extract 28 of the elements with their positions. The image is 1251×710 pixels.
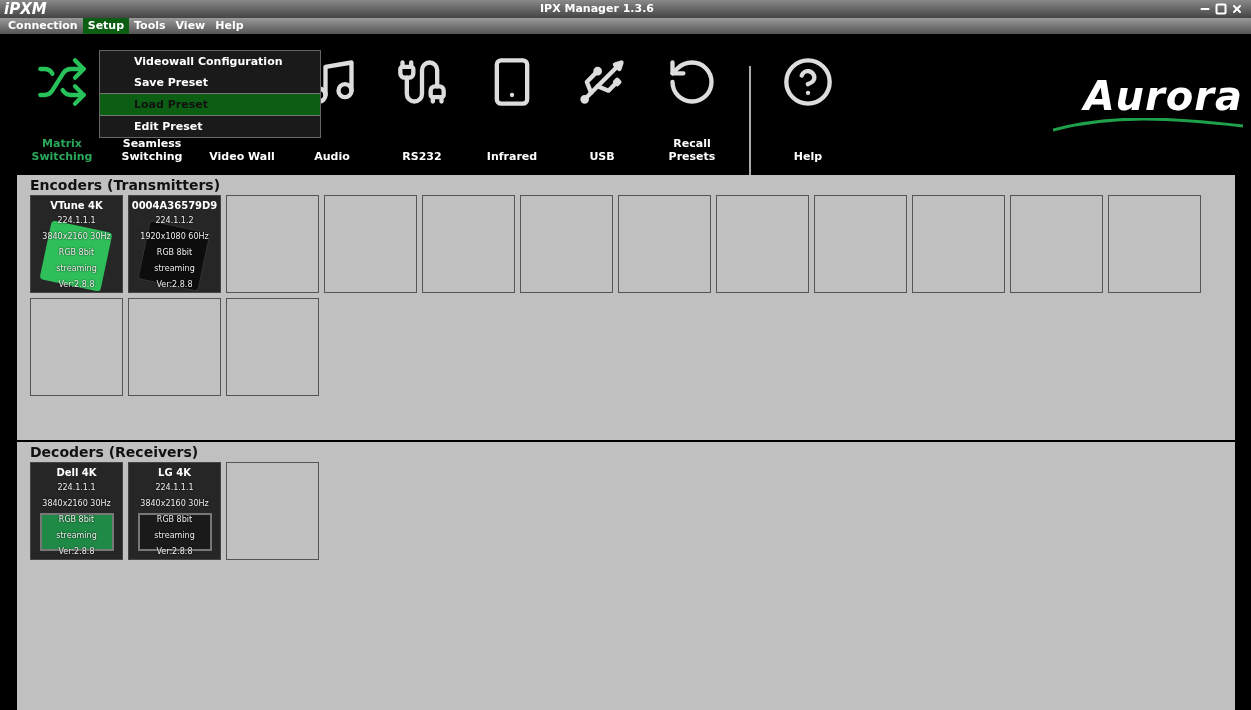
device-info: 3840x2160 30Hz [140,498,209,510]
app-logo: iPXM [4,0,47,18]
device-info: Ver:2.8.8 [156,279,193,291]
device-info: streaming [154,263,195,275]
device-info: Ver:2.8.8 [58,279,95,291]
device-info: 224.1.1.1 [57,482,96,494]
device-info: 3840x2160 30Hz [42,498,111,510]
device-info: RGB 8bit [58,514,95,526]
window-title: IPX Manager 1.3.6 [540,0,654,17]
device-info: RGB 8bit [156,247,193,259]
panel-title: Encoders (Transmitters) [30,177,222,194]
device-info: streaming [56,530,97,542]
device-info: streaming [56,263,97,275]
device-name: LG 4K [158,466,191,480]
brand-logo: Aurora [1083,74,1243,118]
device-info: Ver:2.8.8 [156,546,193,558]
device-name: 0004A36579D9 [131,199,218,213]
device-info: 224.1.1.2 [155,215,194,227]
device-info: RGB 8bit [58,247,95,259]
device-name: VTune 4K [50,199,103,213]
device-info: RGB 8bit [156,514,193,526]
device-info: 224.1.1.1 [155,482,194,494]
device-info: 224.1.1.1 [57,215,96,227]
device-info: Ver:2.8.8 [58,546,95,558]
device-info: streaming [154,530,195,542]
device-info: 1920x1080 60Hz [140,231,209,243]
panel-title: Decoders (Receivers) [30,444,200,461]
device-name: Dell 4K [56,466,97,480]
